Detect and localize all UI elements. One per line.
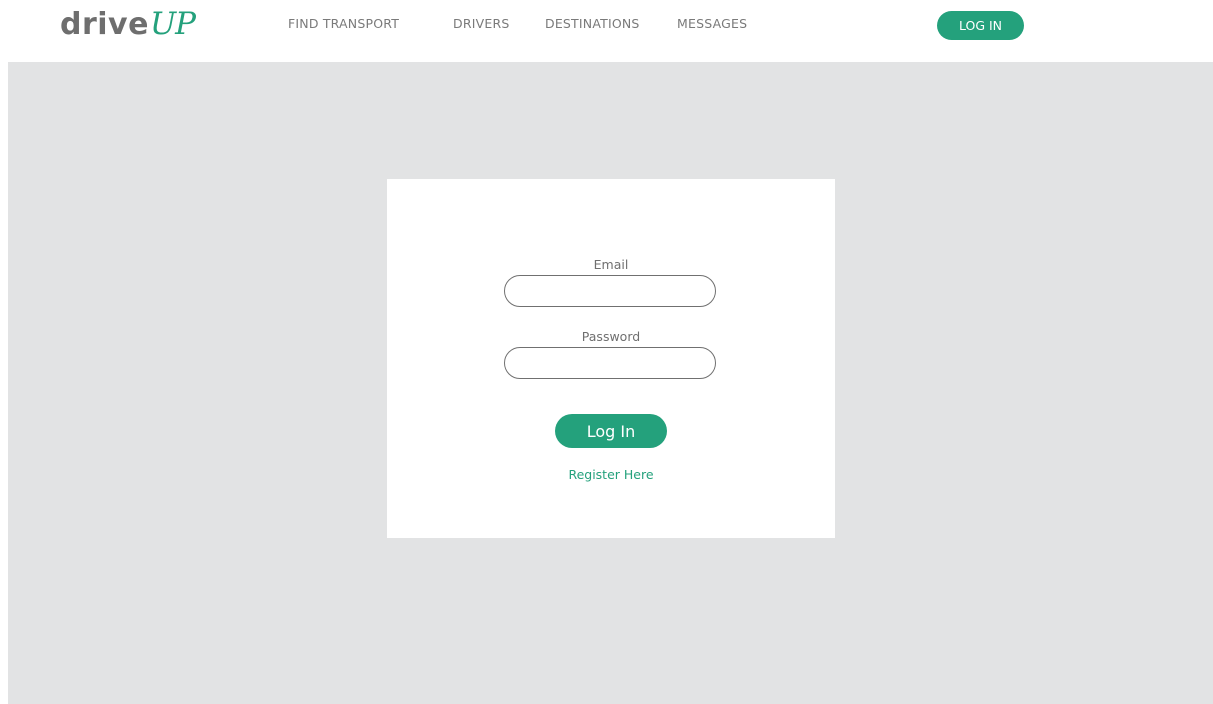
email-field[interactable]: [504, 275, 716, 307]
nav-drivers[interactable]: DRIVERS: [453, 16, 509, 31]
top-header: drive UP FIND TRANSPORT DRIVERS DESTINAT…: [0, 0, 1213, 62]
header-login-button[interactable]: LOG IN: [937, 11, 1024, 40]
nav-find-transport[interactable]: FIND TRANSPORT: [288, 16, 399, 31]
email-label: Email: [593, 257, 629, 272]
password-label: Password: [581, 329, 641, 344]
login-submit-button[interactable]: Log In: [555, 414, 667, 448]
driveup-logo[interactable]: drive UP: [60, 6, 196, 46]
nav-destinations[interactable]: DESTINATIONS: [545, 16, 640, 31]
logo-drive-text: drive: [60, 7, 149, 42]
logo-up-text: UP: [149, 6, 196, 42]
login-card: Email Password Log In Register Here: [387, 179, 835, 538]
nav-messages[interactable]: MESSAGES: [677, 16, 747, 31]
password-field[interactable]: [504, 347, 716, 379]
register-link[interactable]: Register Here: [387, 467, 835, 482]
